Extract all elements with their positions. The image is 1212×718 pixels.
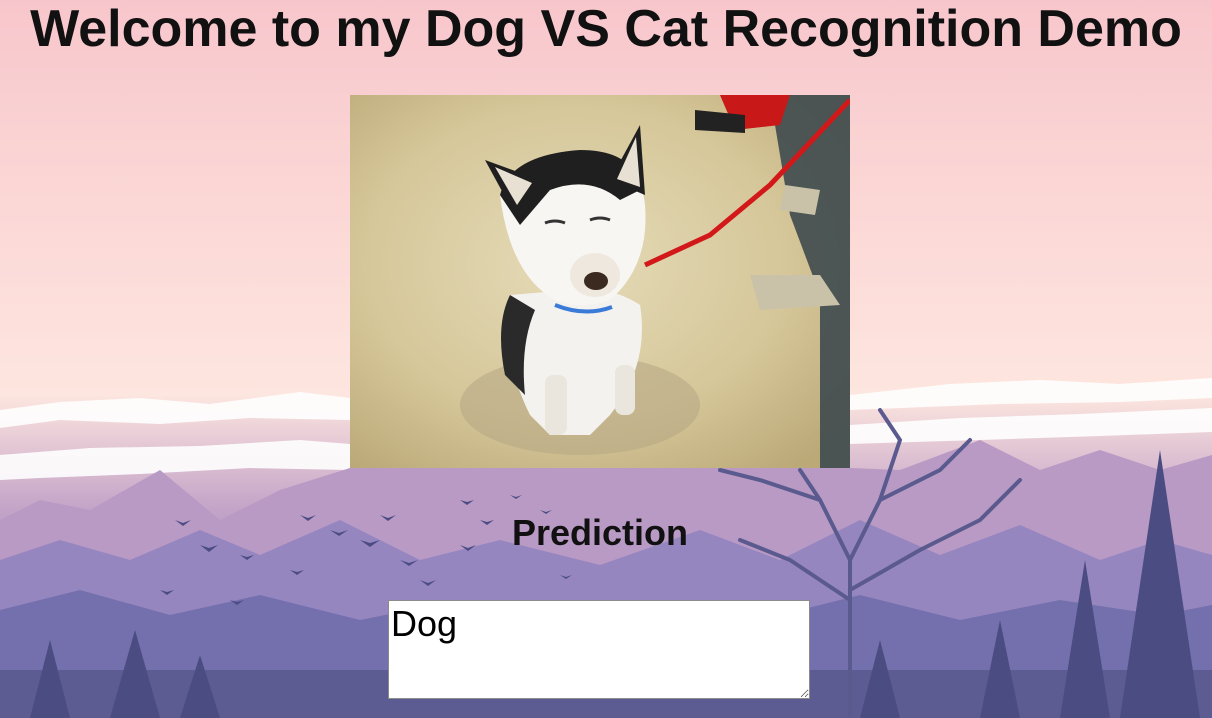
dog-photo <box>350 95 850 468</box>
prediction-output-field[interactable]: Dog <box>388 600 810 699</box>
prediction-heading: Prediction <box>511 512 689 553</box>
page-title: Welcome to my Dog VS Cat Recognition Dem… <box>30 0 1182 58</box>
